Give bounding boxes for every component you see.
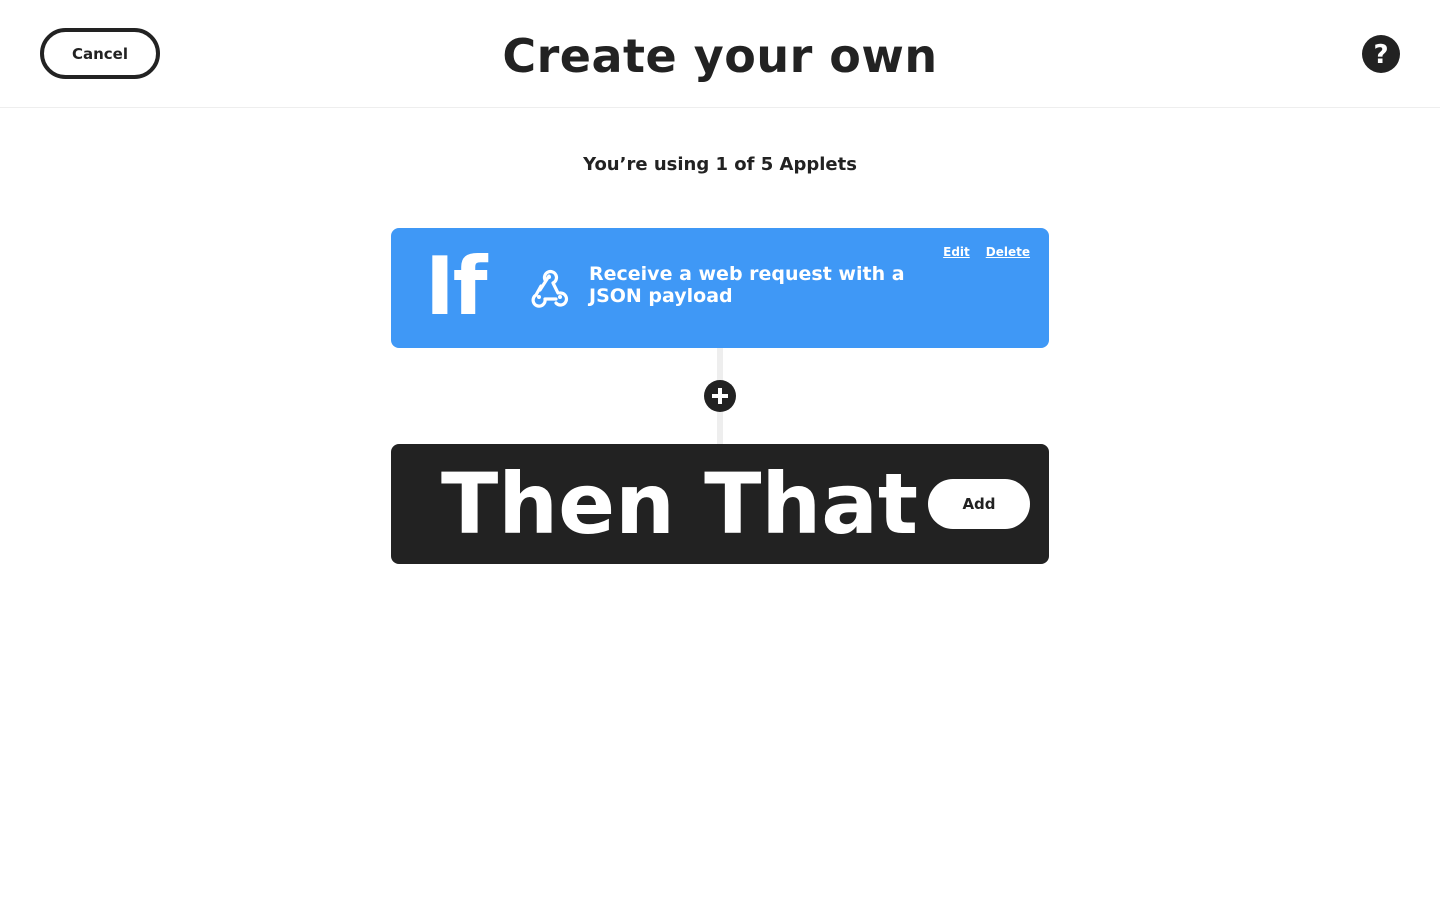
trigger-description: Receive a web request with a JSON payloa… bbox=[589, 263, 905, 307]
then-action-card: Then That Add bbox=[391, 444, 1049, 564]
edit-trigger-link[interactable]: Edit bbox=[943, 245, 970, 259]
header: Cancel Create your own ? bbox=[0, 0, 1440, 108]
add-action-button[interactable]: Add bbox=[928, 479, 1030, 529]
help-button[interactable]: ? bbox=[1362, 35, 1400, 73]
trigger-actions: Edit Delete bbox=[943, 245, 1030, 259]
then-that-keyword: Then That bbox=[441, 455, 919, 553]
page-title: Create your own bbox=[502, 29, 938, 83]
applet-usage-text: You’re using 1 of 5 Applets bbox=[583, 154, 857, 175]
if-trigger-card[interactable]: If Receive a web request with a JSON pay… bbox=[391, 228, 1049, 348]
add-action-label: Add bbox=[962, 495, 996, 513]
add-step-button[interactable] bbox=[704, 380, 736, 412]
delete-trigger-link[interactable]: Delete bbox=[986, 245, 1030, 259]
question-circle-icon: ? bbox=[1373, 40, 1388, 70]
plus-icon bbox=[712, 388, 728, 404]
svg-text:?: ? bbox=[1373, 40, 1388, 70]
webhook-icon bbox=[531, 269, 569, 308]
if-keyword: If bbox=[425, 240, 488, 333]
